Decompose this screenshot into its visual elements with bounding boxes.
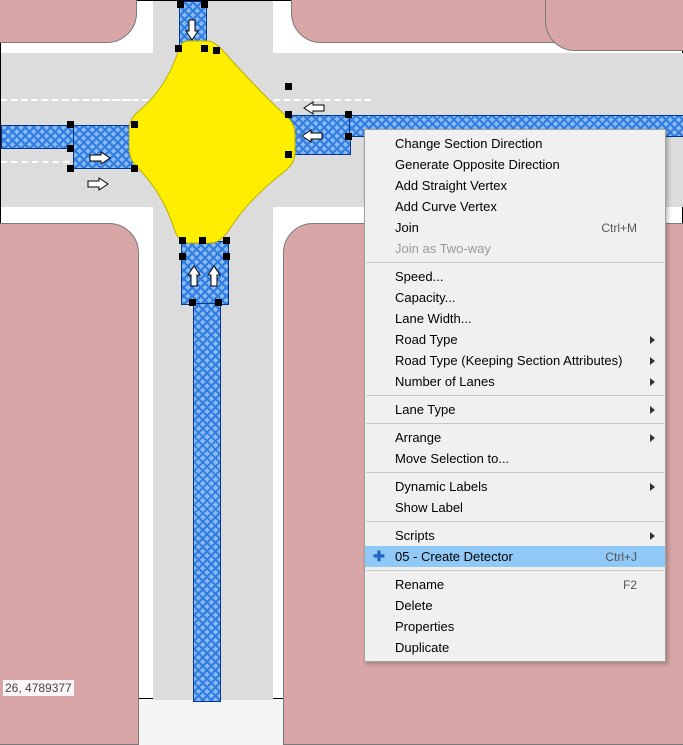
menu-item-label: Generate Opposite Direction	[395, 157, 637, 172]
menu-item[interactable]: Scripts	[365, 525, 665, 546]
menu-item-label: Change Section Direction	[395, 136, 637, 151]
menu-item-label: Add Straight Vertex	[395, 178, 637, 193]
selection-handle[interactable]	[179, 253, 186, 260]
menu-item[interactable]: Speed...	[365, 266, 665, 287]
menu-item[interactable]: Join Ctrl+M	[365, 217, 665, 238]
selection-handle[interactable]	[201, 1, 208, 8]
menu-item[interactable]: Rename F2	[365, 574, 665, 595]
menu-item[interactable]: Delete	[365, 595, 665, 616]
selection-handle[interactable]	[131, 165, 138, 172]
road-section-south-wide[interactable]	[181, 241, 229, 305]
selection-handle[interactable]	[223, 253, 230, 260]
selection-handle[interactable]	[67, 165, 74, 172]
menu-item-label: Duplicate	[395, 640, 637, 655]
menu-item-label: 05 - Create Detector	[395, 549, 575, 564]
chevron-right-icon	[650, 406, 655, 414]
menu-item[interactable]: Dynamic Labels	[365, 476, 665, 497]
menu-item-label: Lane Type	[395, 402, 637, 417]
menu-item-label: Scripts	[395, 528, 637, 543]
menu-item[interactable]: Number of Lanes	[365, 371, 665, 392]
menu-item-label: Arrange	[395, 430, 637, 445]
menu-item-label: Join as Two-way	[395, 241, 637, 256]
menu-item-label: Rename	[395, 577, 593, 592]
selection-handle[interactable]	[285, 151, 292, 158]
menu-separator	[366, 472, 664, 473]
selection-handle[interactable]	[179, 237, 186, 244]
selection-handle[interactable]	[201, 45, 208, 52]
menu-item: Join as Two-way	[365, 238, 665, 259]
land-block	[545, 0, 683, 51]
menu-item-label: Show Label	[395, 500, 637, 515]
menu-item[interactable]: Show Label	[365, 497, 665, 518]
land-block	[0, 223, 139, 745]
selection-handle[interactable]	[285, 83, 292, 90]
selection-handle[interactable]	[67, 145, 74, 152]
chevron-right-icon	[650, 483, 655, 491]
menu-item[interactable]: Capacity...	[365, 287, 665, 308]
menu-item[interactable]: Lane Type	[365, 399, 665, 420]
selection-handle[interactable]	[213, 47, 220, 54]
menu-item[interactable]: Move Selection to...	[365, 448, 665, 469]
chevron-right-icon	[650, 434, 655, 442]
menu-item-label: Capacity...	[395, 290, 637, 305]
chevron-right-icon	[650, 336, 655, 344]
map-canvas[interactable]: 26, 4789377 Change Section Direction Gene…	[0, 0, 683, 699]
menu-item[interactable]: Arrange	[365, 427, 665, 448]
context-menu[interactable]: Change Section Direction Generate Opposit…	[364, 129, 666, 662]
menu-item[interactable]: Generate Opposite Direction	[365, 154, 665, 175]
selection-handle[interactable]	[345, 133, 352, 140]
selection-handle[interactable]	[223, 237, 230, 244]
menu-item[interactable]: Add Straight Vertex	[365, 175, 665, 196]
selection-handle[interactable]	[199, 237, 206, 244]
menu-item-label: Lane Width...	[395, 311, 637, 326]
menu-item-label: Add Curve Vertex	[395, 199, 637, 214]
menu-item-label: Speed...	[395, 269, 637, 284]
selection-handle[interactable]	[189, 299, 196, 306]
menu-item[interactable]: Add Curve Vertex	[365, 196, 665, 217]
chevron-right-icon	[650, 378, 655, 386]
menu-item-label: Properties	[395, 619, 637, 634]
road-section-west-wide[interactable]	[73, 125, 137, 169]
selection-handle[interactable]	[175, 45, 182, 52]
selection-handle[interactable]	[345, 111, 352, 118]
chevron-right-icon	[650, 532, 655, 540]
menu-item[interactable]: Properties	[365, 616, 665, 637]
menu-separator	[366, 521, 664, 522]
menu-item[interactable]: Lane Width...	[365, 308, 665, 329]
menu-item-label: Join	[395, 220, 571, 235]
menu-item[interactable]: ✚ 05 - Create Detector Ctrl+J	[365, 546, 665, 567]
selection-handle[interactable]	[285, 111, 292, 118]
menu-item[interactable]: Duplicate	[365, 637, 665, 658]
menu-separator	[366, 570, 664, 571]
selection-handle[interactable]	[177, 1, 184, 8]
road-section-west[interactable]	[1, 125, 75, 149]
menu-item-label: Road Type	[395, 332, 637, 347]
menu-item-label: Dynamic Labels	[395, 479, 637, 494]
menu-item-label: Road Type (Keeping Section Attributes)	[395, 353, 637, 368]
selection-handle[interactable]	[131, 121, 138, 128]
status-bar-coords: 26, 4789377	[3, 680, 74, 696]
menu-item[interactable]: Road Type (Keeping Section Attributes)	[365, 350, 665, 371]
selection-handle[interactable]	[215, 299, 222, 306]
menu-item-shortcut: Ctrl+J	[605, 550, 637, 564]
menu-item[interactable]: Road Type	[365, 329, 665, 350]
chevron-right-icon	[650, 357, 655, 365]
menu-separator	[366, 395, 664, 396]
menu-separator	[366, 423, 664, 424]
menu-item-shortcut: Ctrl+M	[601, 221, 637, 235]
menu-item-label: Number of Lanes	[395, 374, 637, 389]
menu-item-label: Delete	[395, 598, 637, 613]
road-section-south[interactable]	[193, 303, 221, 702]
selection-handle[interactable]	[67, 121, 74, 128]
menu-item-label: Move Selection to...	[395, 451, 637, 466]
land-block	[0, 0, 137, 43]
menu-item-shortcut: F2	[623, 578, 637, 592]
plus-icon: ✚	[371, 549, 387, 565]
menu-separator	[366, 262, 664, 263]
intersection-node[interactable]	[129, 39, 299, 249]
menu-item[interactable]: Change Section Direction	[365, 133, 665, 154]
